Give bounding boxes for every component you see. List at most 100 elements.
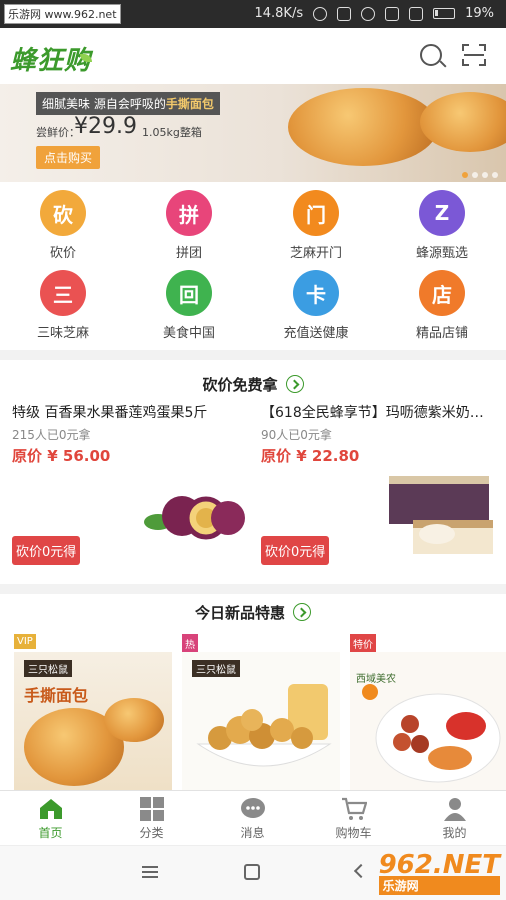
product-name: 特级 百香果水果番莲鸡蛋果5斤 bbox=[12, 405, 208, 421]
three-flavor-icon: 三 bbox=[40, 270, 86, 316]
new-product-list: VIP 三只松鼠 手撕面包 热 三只松鼠 特价 西域美农 bbox=[14, 634, 506, 790]
battery-level: 19% bbox=[465, 6, 494, 21]
status-bar: 乐游网 www.962.net 14.8K/s 19% bbox=[0, 0, 506, 28]
bargain-button[interactable]: 砍价0元得 bbox=[261, 536, 330, 565]
original-price: 原价 ¥ 22.80 bbox=[261, 447, 360, 465]
sim-icon bbox=[385, 6, 400, 21]
section-divider bbox=[0, 350, 506, 360]
category-food-china[interactable]: 回 美食中国 bbox=[139, 270, 239, 341]
back-icon[interactable] bbox=[353, 863, 369, 879]
dried-fruit-image bbox=[362, 684, 501, 783]
nav-message[interactable]: 消息 bbox=[202, 791, 303, 846]
selection-icon: Z bbox=[419, 190, 465, 236]
scan-icon[interactable] bbox=[462, 44, 486, 66]
menu-icon[interactable] bbox=[142, 866, 158, 878]
new-product-tile[interactable]: VIP 三只松鼠 手撕面包 bbox=[14, 634, 172, 790]
nav-label: 消息 bbox=[240, 826, 265, 840]
home-system-icon[interactable] bbox=[244, 864, 260, 880]
new-section-title[interactable]: 今日新品特惠 bbox=[0, 602, 506, 623]
product-image: 三只松鼠 bbox=[182, 652, 340, 790]
category-label: 拼团 bbox=[175, 246, 202, 261]
taken-count: 90人已0元拿 bbox=[261, 428, 332, 442]
bread-image bbox=[420, 92, 506, 152]
original-price: 原价 ¥ 56.00 bbox=[12, 447, 111, 465]
app-header: 蜂狂购 bbox=[0, 28, 506, 84]
new-product-tile[interactable]: 特价 西域美农 bbox=[350, 634, 506, 790]
hot-ribbon: 热 bbox=[182, 634, 198, 653]
category-recharge[interactable]: 卡 充值送健康 bbox=[266, 270, 366, 341]
nav-label: 首页 bbox=[38, 826, 63, 840]
battery-icon bbox=[433, 8, 456, 19]
brand-label: 三只松鼠 bbox=[24, 660, 72, 677]
nav-profile[interactable]: 我的 bbox=[404, 791, 505, 846]
category-selection[interactable]: Z 蜂源甄选 bbox=[392, 190, 492, 261]
bargain-card[interactable]: 特级 百香果水果番莲鸡蛋果5斤 215人已0元拿 原价 ¥ 56.00 砍价0元… bbox=[12, 402, 258, 577]
brand-label: 三只松鼠 bbox=[192, 660, 240, 677]
section-divider bbox=[0, 584, 506, 594]
banner-price: ¥29.9 bbox=[74, 114, 137, 139]
category-sesame-door[interactable]: 门 芝麻开门 bbox=[266, 190, 366, 261]
nav-label: 我的 bbox=[442, 826, 467, 840]
promo-banner[interactable]: 细腻美味 源自会呼吸的手撕面包 尝鲜价： ¥29.9 1.05kg整箱 点击购买 bbox=[0, 84, 506, 182]
signal-icon bbox=[409, 6, 424, 21]
bargain-section-title[interactable]: 砍价免费拿 bbox=[0, 374, 506, 395]
search-icon[interactable] bbox=[420, 44, 442, 66]
category-label: 三味芝麻 bbox=[36, 326, 89, 341]
watermark-logo: 962.NET 乐游网 bbox=[378, 850, 500, 895]
passion-fruit-image bbox=[144, 496, 245, 540]
taken-count: 215人已0元拿 bbox=[12, 428, 91, 442]
chevron-right-icon bbox=[285, 375, 304, 393]
category-label: 精品店铺 bbox=[415, 326, 468, 341]
carousel-dots[interactable] bbox=[462, 172, 498, 178]
cart-icon bbox=[341, 797, 367, 821]
product-image: 三只松鼠 手撕面包 bbox=[14, 652, 172, 790]
bread-image bbox=[104, 698, 164, 742]
recharge-card-icon: 卡 bbox=[293, 270, 339, 316]
bread-image bbox=[288, 88, 438, 166]
nfc-icon bbox=[337, 6, 352, 21]
bargain-card[interactable]: 【618全民蜂享节】玛呖德紫米奶… 90人已0元拿 原价 ¥ 22.80 砍价0… bbox=[261, 402, 506, 577]
nav-category[interactable]: 分类 bbox=[101, 791, 202, 846]
status-icons: 14.8K/s 19% bbox=[254, 6, 494, 21]
message-icon bbox=[240, 797, 266, 821]
popcorn-image bbox=[196, 684, 332, 767]
banner-buy-button[interactable]: 点击购买 bbox=[36, 146, 101, 169]
category-label: 美食中国 bbox=[162, 326, 215, 341]
special-price-ribbon: 特价 bbox=[350, 634, 376, 653]
network-speed: 14.8K/s bbox=[254, 6, 304, 21]
sesame-door-icon: 门 bbox=[293, 190, 339, 236]
store-icon: 店 bbox=[419, 270, 465, 316]
nav-label: 分类 bbox=[139, 826, 164, 840]
product-name: 【618全民蜂享节】玛呖德紫米奶… bbox=[261, 405, 484, 421]
profile-icon bbox=[442, 797, 468, 821]
nav-label: 购物车 bbox=[335, 826, 372, 840]
category-bargain[interactable]: 砍 砍价 bbox=[13, 190, 113, 261]
wifi-icon bbox=[361, 6, 376, 21]
new-product-tile[interactable]: 热 三只松鼠 bbox=[182, 634, 340, 790]
category-label: 蜂源甄选 bbox=[415, 246, 468, 261]
home-icon bbox=[38, 797, 64, 821]
category-three-flavor[interactable]: 三 三味芝麻 bbox=[13, 270, 113, 341]
banner-weight: 1.05kg整箱 bbox=[142, 126, 202, 139]
product-image: 西域美农 bbox=[350, 652, 506, 790]
bargain-button[interactable]: 砍价0元得 bbox=[12, 536, 81, 565]
app-logo: 蜂狂购 bbox=[10, 46, 92, 76]
nav-home[interactable]: 首页 bbox=[0, 791, 101, 846]
bargain-icon: 砍 bbox=[40, 190, 86, 236]
bottom-nav: 首页 分类 消息 购物车 我的 bbox=[0, 790, 506, 845]
category-icon bbox=[139, 797, 165, 821]
vip-ribbon: VIP bbox=[14, 634, 36, 649]
chevron-right-icon bbox=[293, 603, 311, 621]
nav-cart[interactable]: 购物车 bbox=[303, 791, 404, 846]
category-label: 砍价 bbox=[49, 246, 76, 261]
banner-tagline: 细腻美味 源自会呼吸的手撕面包 bbox=[36, 92, 220, 115]
product-title: 手撕面包 bbox=[24, 686, 89, 705]
category-label: 芝麻开门 bbox=[289, 246, 342, 261]
category-group-buy[interactable]: 拼 拼团 bbox=[139, 190, 239, 261]
group-buy-icon: 拼 bbox=[166, 190, 212, 236]
category-label: 充值送健康 bbox=[283, 326, 349, 341]
food-china-icon: 回 bbox=[166, 270, 212, 316]
category-grid: 砍 砍价 拼 拼团 门 芝麻开门 Z 蜂源甄选 三 三味芝麻 回 美食中国 卡 … bbox=[0, 190, 506, 341]
category-store[interactable]: 店 精品店铺 bbox=[392, 270, 492, 341]
alarm-icon bbox=[313, 6, 328, 21]
